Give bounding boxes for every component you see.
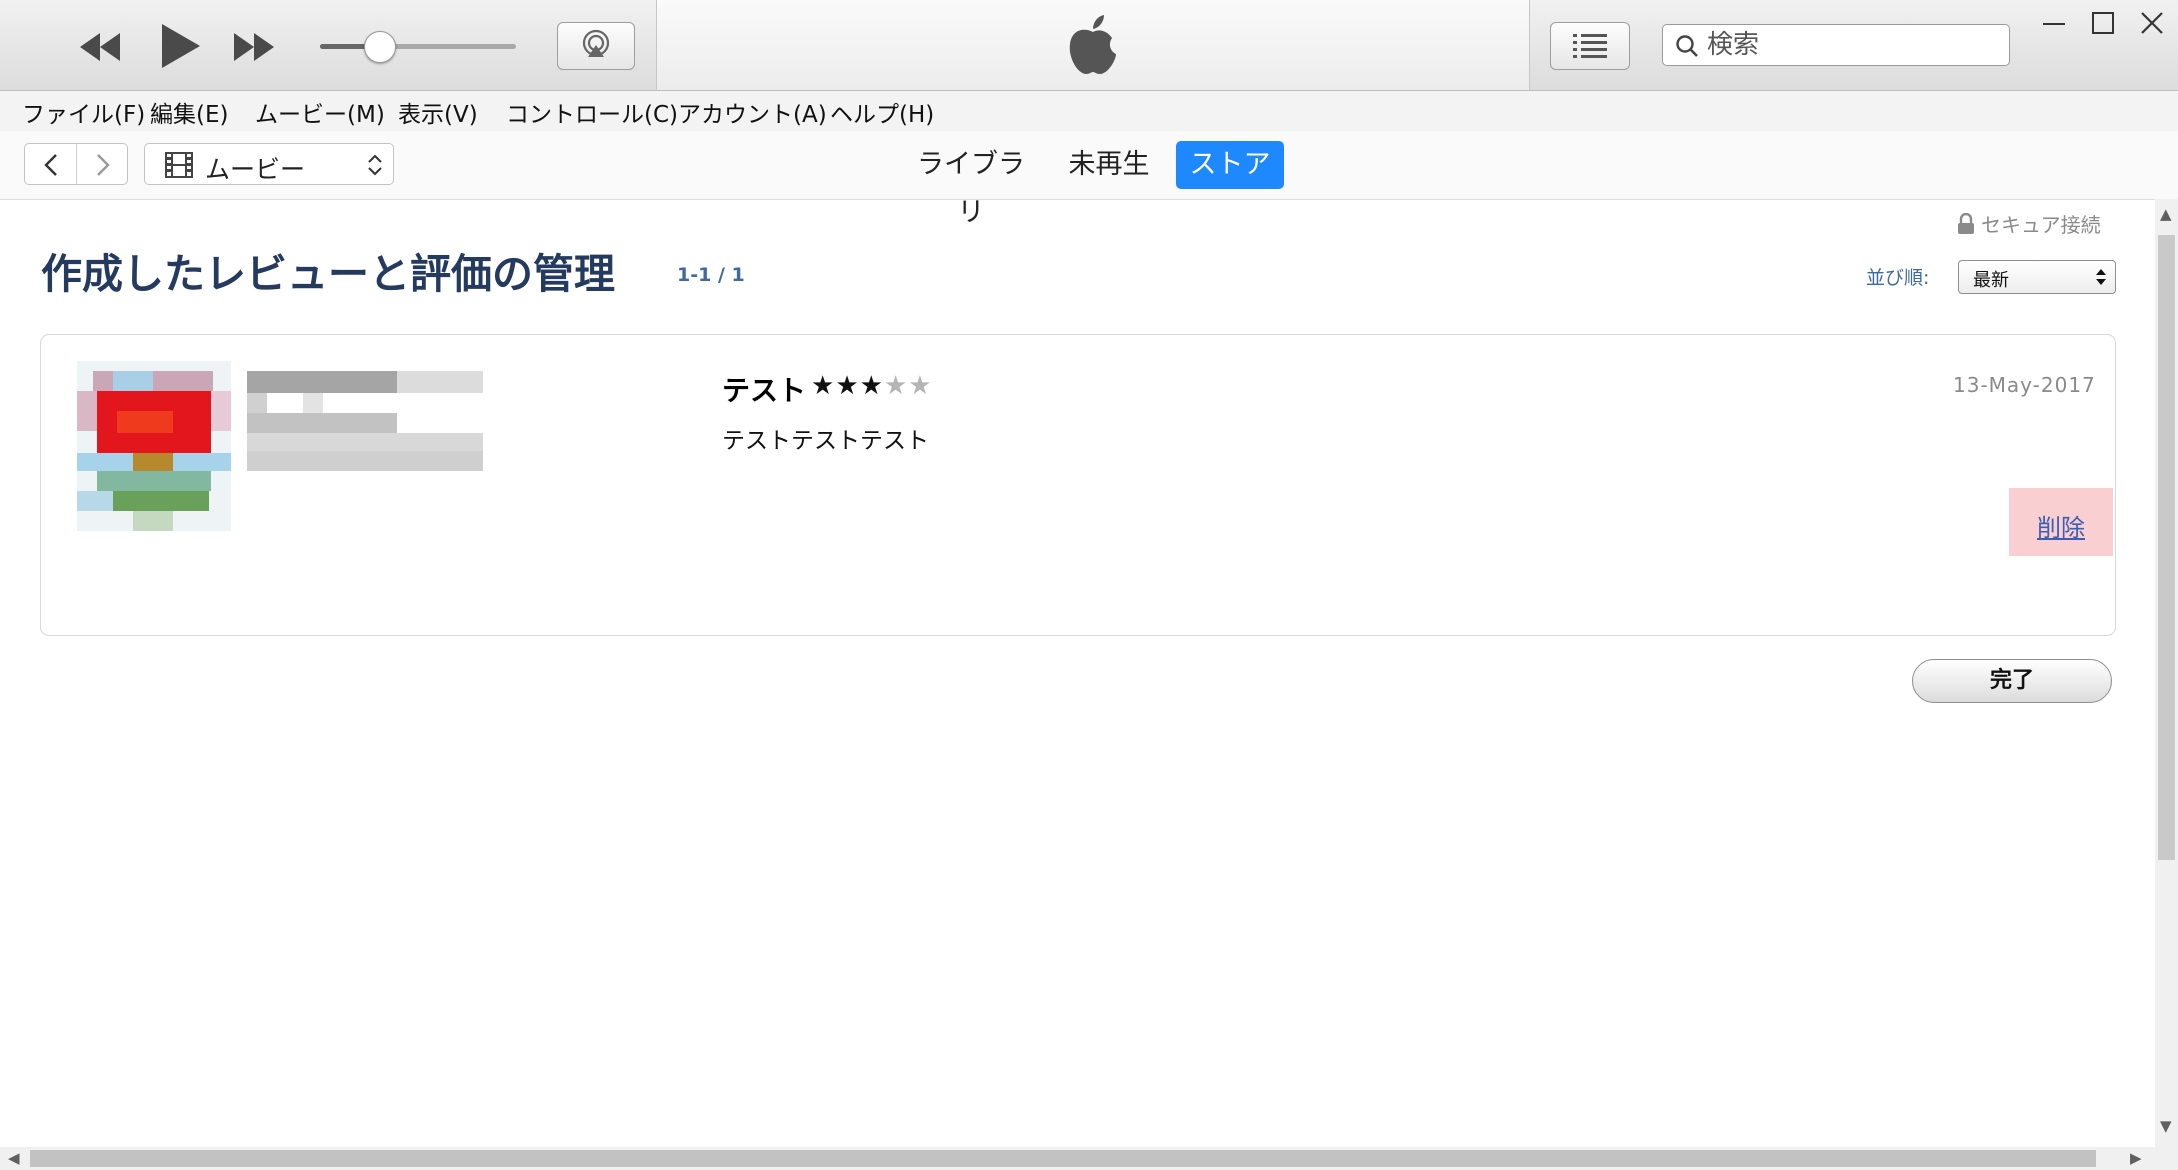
list-view-icon (1573, 34, 1607, 58)
search-field[interactable] (1662, 24, 2010, 66)
updown-icon (368, 154, 382, 176)
done-button[interactable]: 完了 (1912, 659, 2112, 703)
airplay-button[interactable] (557, 22, 635, 70)
star-filled-icon: ★ (859, 371, 884, 401)
delete-link[interactable]: 削除 (2037, 508, 2085, 543)
vertical-scroll-thumb[interactable] (2158, 235, 2175, 860)
play-icon[interactable] (160, 22, 202, 70)
lock-icon (1958, 212, 1974, 234)
media-type-select[interactable]: ムービー (144, 143, 394, 185)
nav-bar: ムービー ライブラリ 未再生 ストア (0, 131, 2178, 228)
list-view-button[interactable] (1550, 22, 1630, 70)
volume-knob[interactable] (364, 31, 396, 63)
item-info-redacted (247, 371, 483, 471)
close-icon[interactable] (2132, 6, 2172, 42)
player-toolbar (0, 0, 2178, 91)
sort-label: 並び順: (1866, 267, 1930, 289)
review-title: テスト (722, 374, 807, 407)
star-empty-icon: ★ (883, 371, 909, 401)
review-card: テスト ★★★★★ 13-May-2017 テストテストテスト 削除 (40, 334, 2116, 636)
horizontal-scrollbar[interactable]: ◀ ▶ (0, 1147, 2178, 1170)
menu-bar: ファイル(F) 編集(E) ムービー(M) 表示(V) コントロール(C) アカ… (0, 91, 2178, 131)
minimize-icon[interactable] (2035, 6, 2075, 42)
review-date: 13-May-2017 (1953, 373, 2096, 397)
back-button[interactable] (25, 144, 76, 184)
rewind-icon[interactable] (76, 30, 124, 64)
horizontal-scroll-thumb[interactable] (30, 1150, 2096, 1167)
star-rating: ★★★★★ (811, 371, 933, 401)
media-type-label: ムービー (205, 155, 306, 184)
menu-view[interactable]: 表示(V) (398, 95, 478, 129)
menu-movie[interactable]: ムービー(M) (255, 95, 385, 129)
scroll-up-icon[interactable]: ▲ (2160, 205, 2172, 223)
forward-button[interactable] (77, 144, 128, 184)
scroll-right-icon[interactable]: ▶ (2130, 1149, 2142, 1167)
menu-account[interactable]: アカウント(A) (678, 95, 827, 129)
volume-slider[interactable] (320, 31, 516, 63)
film-icon (165, 152, 193, 178)
star-filled-icon: ★ (811, 371, 836, 401)
forward-icon (97, 154, 110, 176)
fast-forward-icon[interactable] (230, 30, 278, 64)
menu-help[interactable]: ヘルプ(H) (830, 95, 934, 129)
delete-highlight: 削除 (2009, 488, 2113, 556)
result-count: 1-1 / 1 (677, 264, 745, 286)
apple-logo-icon (1069, 15, 1116, 74)
tab-unplayed[interactable]: 未再生 (1054, 141, 1164, 189)
secure-connection-label: セキュア接続 (1981, 213, 2101, 237)
tab-store[interactable]: ストア (1176, 141, 1284, 189)
tab-library[interactable]: ライブラリ (908, 141, 1034, 228)
updown-icon (2096, 269, 2106, 285)
back-icon (44, 154, 57, 176)
maximize-icon[interactable] (2083, 6, 2123, 42)
star-filled-icon: ★ (835, 371, 860, 401)
menu-control[interactable]: コントロール(C) (506, 95, 678, 129)
scroll-down-icon[interactable]: ▼ (2160, 1117, 2172, 1135)
lcd-display (656, 0, 1530, 90)
airplay-icon (582, 29, 610, 57)
scroll-left-icon[interactable]: ◀ (8, 1149, 20, 1167)
sort-select[interactable]: 最新 (1958, 260, 2116, 294)
review-body: テストテストテスト (722, 428, 929, 454)
sort-value: 最新 (1973, 270, 2009, 291)
menu-edit[interactable]: 編集(E) (150, 95, 228, 129)
menu-file[interactable]: ファイル(F) (22, 95, 145, 129)
secure-connection: セキュア接続 (1957, 209, 2101, 238)
history-nav (24, 143, 128, 185)
star-empty-icon: ★ (908, 371, 933, 401)
search-input[interactable] (1707, 28, 1997, 62)
search-icon (1676, 35, 1698, 57)
vertical-scrollbar[interactable]: ▲ ▼ (2155, 199, 2178, 1147)
page-title: 作成したレビューと評価の管理 (41, 250, 615, 298)
item-artwork (77, 361, 231, 531)
